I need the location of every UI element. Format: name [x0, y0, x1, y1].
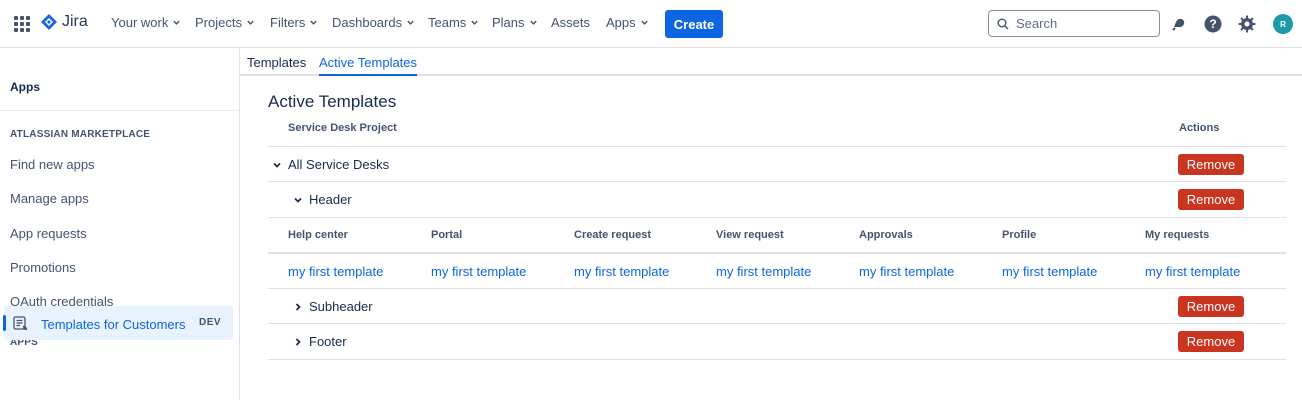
remove-button[interactable]: Remove	[1178, 189, 1244, 210]
nav-plans[interactable]: Plans	[492, 15, 538, 30]
tab-templates[interactable]: Templates	[247, 55, 306, 70]
template-link-profile[interactable]: my first template	[1002, 264, 1097, 279]
svg-text:?: ?	[1209, 17, 1216, 31]
sidebar-item-promotions[interactable]: Promotions	[10, 260, 76, 275]
column-header-actions: Actions	[1179, 122, 1220, 134]
create-button[interactable]: Create	[665, 10, 723, 38]
column-header-project: Service Desk Project	[288, 122, 397, 134]
dev-badge: DEV	[199, 317, 222, 328]
template-link-approvals[interactable]: my first template	[859, 264, 954, 279]
tab-active-templates[interactable]: Active Templates	[319, 55, 417, 70]
avatar[interactable]: R	[1273, 14, 1293, 34]
row-divider	[268, 323, 1286, 324]
template-link-view-request[interactable]: my first template	[716, 264, 811, 279]
nav-assets[interactable]: Assets	[551, 15, 590, 30]
chevron-down-icon	[640, 20, 648, 25]
jira-logo-icon	[41, 14, 57, 30]
nav-label: Plans	[492, 15, 525, 30]
nav-teams[interactable]: Teams	[428, 15, 479, 30]
row-divider	[268, 181, 1286, 182]
chevron-right-icon	[295, 337, 301, 346]
remove-button[interactable]: Remove	[1178, 296, 1244, 317]
page-title: Active Templates	[268, 92, 397, 111]
nav-label: Filters	[270, 15, 306, 30]
search-input[interactable]	[1016, 16, 1146, 31]
sidebar-item-find-new-apps[interactable]: Find new apps	[10, 157, 95, 172]
row-divider	[268, 252, 1286, 254]
notifications-icon[interactable]	[1168, 13, 1190, 35]
chevron-down-icon	[407, 20, 414, 25]
row-divider	[268, 217, 1286, 218]
remove-button[interactable]: Remove	[1178, 331, 1244, 352]
nav-your-work[interactable]: Your work	[111, 15, 181, 30]
row-label: Subheader	[309, 299, 373, 314]
top-navigation: Jira Your work Projects Filters Dashboar…	[0, 0, 1302, 48]
chevron-down-icon	[294, 197, 302, 203]
row-subheader[interactable]: Subheader	[293, 299, 373, 314]
nav-filters[interactable]: Filters	[270, 15, 318, 30]
row-divider	[268, 146, 1286, 147]
nav-label: Projects	[195, 15, 242, 30]
chevron-down-icon	[247, 20, 254, 25]
nav-label: Teams	[428, 15, 467, 30]
column-header-approvals: Approvals	[859, 229, 913, 241]
sidebar-section-marketplace: ATLASSIAN MARKETPLACE	[10, 129, 151, 140]
column-header-my-requests: My requests	[1145, 229, 1210, 241]
nav-projects[interactable]: Projects	[195, 15, 255, 30]
nav-dashboards[interactable]: Dashboards	[332, 15, 415, 30]
chevron-down-icon	[273, 162, 281, 168]
sidebar-item-app-requests[interactable]: App requests	[10, 226, 87, 241]
sidebar-item-manage-apps[interactable]: Manage apps	[10, 191, 89, 206]
active-indicator	[3, 315, 6, 331]
chevron-down-icon	[529, 20, 537, 25]
nav-apps[interactable]: Apps	[606, 15, 649, 30]
brand-name: Jira	[62, 13, 88, 30]
column-header-view-request: View request	[716, 229, 784, 241]
nav-label: Assets	[551, 15, 591, 30]
row-label: Header	[309, 192, 352, 207]
row-all-service-desks[interactable]: All Service Desks	[272, 157, 389, 172]
sidebar-divider	[0, 110, 239, 111]
sidebar-title: Apps	[10, 80, 40, 94]
column-header-help-center: Help center	[288, 229, 348, 241]
chevron-down-icon	[471, 20, 479, 25]
nav-label: Apps	[606, 15, 636, 30]
nav-label: Dashboards	[332, 15, 403, 30]
active-tab-indicator	[319, 74, 417, 76]
nav-label: Your work	[111, 15, 169, 30]
sidebar-item-label: Templates for Customers	[41, 317, 186, 332]
chevron-down-icon	[173, 20, 181, 25]
row-divider	[268, 288, 1286, 289]
templates-app-icon	[13, 316, 28, 331]
settings-icon[interactable]	[1236, 13, 1258, 35]
row-divider	[268, 359, 1286, 360]
jira-logo[interactable]: Jira	[40, 13, 88, 31]
template-link-portal[interactable]: my first template	[431, 264, 526, 279]
sidebar: Apps ATLASSIAN MARKETPLACE Find new apps…	[0, 48, 240, 400]
column-header-portal: Portal	[431, 229, 463, 241]
chevron-down-icon	[310, 20, 318, 25]
template-link-my-requests[interactable]: my first template	[1145, 264, 1240, 279]
template-link-help-center[interactable]: my first template	[288, 264, 383, 279]
search-icon	[997, 18, 1009, 29]
remove-button[interactable]: Remove	[1178, 154, 1244, 175]
row-header[interactable]: Header	[293, 192, 352, 207]
column-header-create-request: Create request	[574, 229, 652, 241]
column-header-profile: Profile	[1002, 229, 1037, 241]
chevron-right-icon	[295, 302, 301, 311]
row-label: All Service Desks	[288, 157, 390, 172]
tab-bar: Templates Active Templates	[240, 48, 1302, 76]
template-link-create-request[interactable]: my first template	[574, 264, 669, 279]
app-switcher-icon[interactable]	[14, 16, 30, 32]
help-icon[interactable]: ?	[1202, 13, 1224, 35]
row-label: Footer	[309, 334, 347, 349]
row-footer[interactable]: Footer	[293, 334, 347, 349]
search-box[interactable]	[988, 10, 1160, 37]
